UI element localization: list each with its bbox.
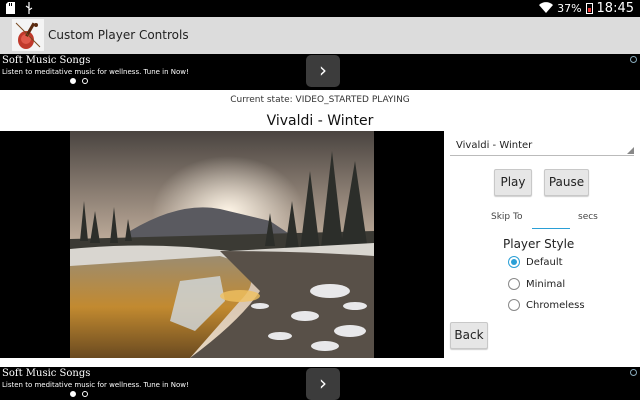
style-option-minimal[interactable]: Minimal — [508, 278, 565, 290]
ad-banner-top[interactable]: Soft Music Songs Listen to meditative mu… — [0, 54, 640, 90]
play-button[interactable]: Play — [494, 169, 532, 196]
video-title: Vivaldi - Winter — [266, 113, 374, 129]
ad-description[interactable]: Listen to meditative music for wellness.… — [2, 68, 189, 76]
video-player[interactable] — [0, 131, 444, 358]
ad-banner-bottom[interactable]: Soft Music Songs Listen to meditative mu… — [0, 367, 640, 400]
ad-info-icon[interactable] — [630, 369, 637, 376]
usb-icon — [25, 2, 33, 17]
app-title: Custom Player Controls — [48, 28, 189, 42]
video-select-dropdown[interactable]: Vivaldi - Winter — [450, 137, 634, 156]
wifi-icon — [539, 1, 554, 16]
ad-title[interactable]: Soft Music Songs — [2, 368, 90, 379]
ad-next-button[interactable]: › — [306, 55, 340, 87]
player-style-heading: Player Style — [503, 237, 575, 251]
style-option-label: Chromeless — [526, 299, 585, 311]
style-option-chromeless[interactable]: Chromeless — [508, 299, 585, 311]
radio-button-checked[interactable] — [508, 256, 520, 268]
ad-description[interactable]: Listen to meditative music for wellness.… — [2, 381, 189, 389]
radio-button[interactable] — [508, 278, 520, 290]
style-option-default[interactable]: Default — [508, 256, 563, 268]
skip-seconds-input[interactable] — [532, 208, 570, 229]
ad-info-icon[interactable] — [630, 56, 637, 63]
dropdown-selected-value: Vivaldi - Winter — [456, 140, 533, 151]
battery-icon — [585, 3, 593, 14]
ad-dot-active — [70, 391, 76, 397]
skip-to-label: Skip To — [491, 212, 523, 222]
ad-next-button[interactable]: › — [306, 368, 340, 400]
style-option-label: Minimal — [526, 278, 566, 290]
action-bar: Custom Player Controls — [0, 17, 640, 54]
style-option-label: Default — [526, 256, 563, 268]
dropdown-caret-icon — [627, 147, 634, 154]
battery-percent: 37% — [557, 2, 582, 15]
violin-icon[interactable] — [12, 19, 44, 51]
pause-button[interactable]: Pause — [544, 169, 589, 196]
back-button[interactable]: Back — [450, 322, 488, 349]
ad-pager-dots — [70, 78, 88, 84]
status-bar: 37% 18:45 — [0, 0, 640, 17]
ad-dot-active — [70, 78, 76, 84]
ad-title[interactable]: Soft Music Songs — [2, 55, 90, 66]
status-right: 37% 18:45 — [539, 0, 634, 17]
ad-dot — [82, 78, 88, 84]
status-left — [6, 2, 33, 17]
secs-label: secs — [578, 212, 598, 222]
clock: 18:45 — [596, 1, 634, 16]
current-state: Current state: VIDEO_STARTED PLAYING — [230, 95, 410, 105]
ad-dot — [82, 391, 88, 397]
video-frame[interactable] — [70, 131, 374, 358]
sd-card-icon — [6, 2, 15, 17]
ad-pager-dots — [70, 391, 88, 397]
radio-button[interactable] — [508, 299, 520, 311]
